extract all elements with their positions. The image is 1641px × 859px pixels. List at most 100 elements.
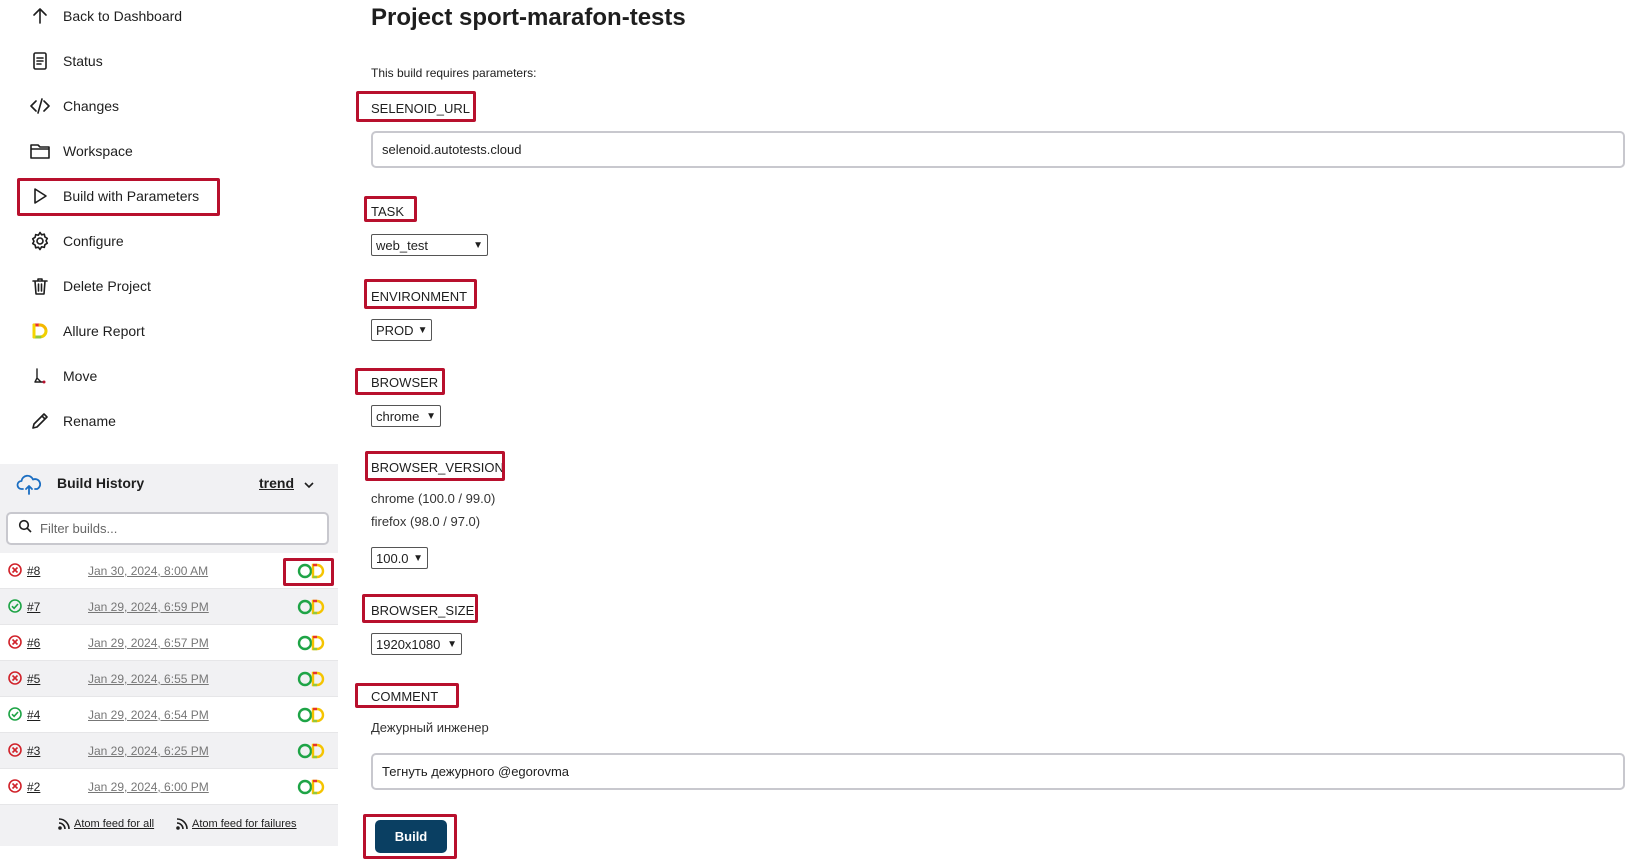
atom-feed-all-label: Atom feed for all xyxy=(74,818,155,830)
page-title: Project sport-marafon-tests xyxy=(371,4,686,31)
sidebar-item-workspace[interactable]: Workspace xyxy=(30,136,133,166)
sidebar-item-label: Delete Project xyxy=(63,278,151,294)
sidebar-item-configure[interactable]: Configure xyxy=(30,226,124,256)
param-label-browser: BROWSER xyxy=(371,375,439,390)
browser-version-select[interactable]: 100.0 ▼ xyxy=(371,547,428,569)
allure-icon xyxy=(30,321,50,341)
build-number-link[interactable]: #7 xyxy=(27,600,40,614)
chevron-down-icon: ▼ xyxy=(413,552,423,564)
build-row: #2 Jan 29, 2024, 6:00 PM xyxy=(0,769,338,805)
build-history-title: Build History xyxy=(57,475,145,491)
browser-select-value: chrome xyxy=(376,408,420,424)
failed-icon xyxy=(8,671,22,685)
task-select-value: web_test xyxy=(376,237,429,253)
sidebar-item-label: Build with Parameters xyxy=(63,188,200,204)
build-history-list: #8 Jan 30, 2024, 8:00 AM #7 Jan 29, 2024… xyxy=(0,553,338,805)
chevron-down-icon: ▼ xyxy=(417,324,428,336)
failed-icon xyxy=(8,563,22,577)
atom-feeds: Atom feed for all Atom feed for failures xyxy=(0,810,338,840)
sidebar-item-label: Rename xyxy=(63,413,116,429)
failed-icon xyxy=(8,779,22,793)
sidebar-item-label: Allure Report xyxy=(63,323,145,339)
sidebar-item-label: Status xyxy=(63,53,103,69)
sidebar-item-label: Workspace xyxy=(63,143,133,159)
sidebar-item-label: Move xyxy=(63,368,98,384)
selenoid-url-input[interactable] xyxy=(371,131,1625,168)
build-date-link[interactable]: Jan 29, 2024, 6:57 PM xyxy=(88,636,209,650)
sidebar-item-allure-report[interactable]: Allure Report xyxy=(30,316,145,346)
browser-version-desc-firefox: firefox (98.0 / 97.0) xyxy=(371,514,481,529)
failed-icon xyxy=(8,635,22,649)
allure-report-icon[interactable] xyxy=(296,562,328,580)
build-number-link[interactable]: #8 xyxy=(27,564,40,578)
browser-size-select-value: 1920x1080 xyxy=(376,636,441,652)
build-date-link[interactable]: Jan 29, 2024, 6:00 PM xyxy=(88,780,209,794)
move-icon xyxy=(30,366,50,386)
browser-select[interactable]: chrome ▼ xyxy=(371,405,441,427)
play-icon xyxy=(30,186,50,206)
filter-builds-field[interactable] xyxy=(6,512,329,545)
param-label-browser-version: BROWSER_VERSION xyxy=(371,460,504,475)
allure-report-icon[interactable] xyxy=(296,670,328,688)
allure-report-icon[interactable] xyxy=(296,742,328,760)
sidebar-item-delete-project[interactable]: Delete Project xyxy=(30,271,151,301)
build-number-link[interactable]: #6 xyxy=(27,636,40,650)
build-date-link[interactable]: Jan 29, 2024, 6:55 PM xyxy=(88,672,209,686)
browser-version-select-value: 100.0 xyxy=(376,550,409,566)
allure-report-icon[interactable] xyxy=(296,598,328,616)
build-date-link[interactable]: Jan 30, 2024, 8:00 AM xyxy=(88,564,208,578)
sidebar-item-back-to-dashboard[interactable]: Back to Dashboard xyxy=(30,1,182,31)
allure-report-icon[interactable] xyxy=(296,634,328,652)
failed-icon xyxy=(8,743,22,757)
task-select[interactable]: web_test ▼ xyxy=(371,234,488,256)
pencil-icon xyxy=(30,411,50,431)
sidebar-item-label: Back to Dashboard xyxy=(63,8,183,24)
browser-version-desc-chrome: chrome (100.0 / 99.0) xyxy=(371,491,496,506)
sidebar-item-rename[interactable]: Rename xyxy=(30,406,116,436)
environment-select[interactable]: PROD ▼ xyxy=(371,319,432,341)
chevron-down-icon: ▼ xyxy=(447,638,457,650)
build-row: #3 Jan 29, 2024, 6:25 PM xyxy=(0,733,338,769)
param-label-browser-size: BROWSER_SIZE xyxy=(371,603,475,618)
success-icon xyxy=(8,707,22,721)
search-icon xyxy=(18,519,32,538)
param-label-comment: COMMENT xyxy=(371,689,439,704)
comment-description: Дежурный инженер xyxy=(371,720,489,735)
build-row: #8 Jan 30, 2024, 8:00 AM xyxy=(0,553,338,589)
build-history-header: Build History trend xyxy=(0,464,338,506)
build-number-link[interactable]: #4 xyxy=(27,708,40,722)
trend-link[interactable]: trend xyxy=(259,475,294,491)
build-number-link[interactable]: #5 xyxy=(27,672,40,686)
build-date-link[interactable]: Jan 29, 2024, 6:25 PM xyxy=(88,744,209,758)
build-number-link[interactable]: #3 xyxy=(27,744,40,758)
sidebar-item-label: Configure xyxy=(63,233,124,249)
build-date-link[interactable]: Jan 29, 2024, 6:54 PM xyxy=(88,708,209,722)
allure-report-icon[interactable] xyxy=(296,706,328,724)
build-button[interactable]: Build xyxy=(375,820,447,853)
browser-size-select[interactable]: 1920x1080 ▼ xyxy=(371,633,462,655)
cloud-icon xyxy=(16,474,42,496)
chevron-down-icon: ▼ xyxy=(426,410,436,422)
sidebar-item-status[interactable]: Status xyxy=(30,46,103,76)
atom-feed-all-link[interactable]: Atom feed for all xyxy=(58,818,154,830)
param-label-selenoid-url: SELENOID_URL xyxy=(371,101,470,116)
build-row: #6 Jan 29, 2024, 6:57 PM xyxy=(0,625,338,661)
arrow-up-icon xyxy=(30,6,50,26)
sidebar-item-label: Changes xyxy=(63,98,120,114)
folder-icon xyxy=(30,141,50,161)
chevron-down-icon[interactable] xyxy=(302,478,316,497)
sidebar-item-move[interactable]: Move xyxy=(30,361,97,391)
build-row: #7 Jan 29, 2024, 6:59 PM xyxy=(0,589,338,625)
build-row: #5 Jan 29, 2024, 6:55 PM xyxy=(0,661,338,697)
sidebar-item-changes[interactable]: Changes xyxy=(30,91,119,121)
param-label-task: TASK xyxy=(371,204,404,219)
build-history-panel: Build History trend #8 Jan 30, 2024, 8:0… xyxy=(0,464,338,846)
allure-report-icon[interactable] xyxy=(296,778,328,796)
filter-builds-input[interactable] xyxy=(38,520,308,537)
atom-feed-failures-link[interactable]: Atom feed for failures xyxy=(176,818,297,830)
build-date-link[interactable]: Jan 29, 2024, 6:59 PM xyxy=(88,600,209,614)
sidebar-item-build-with-parameters[interactable]: Build with Parameters xyxy=(30,181,199,211)
rss-icon xyxy=(58,818,70,830)
build-number-link[interactable]: #2 xyxy=(27,780,40,794)
comment-input[interactable] xyxy=(371,753,1625,790)
